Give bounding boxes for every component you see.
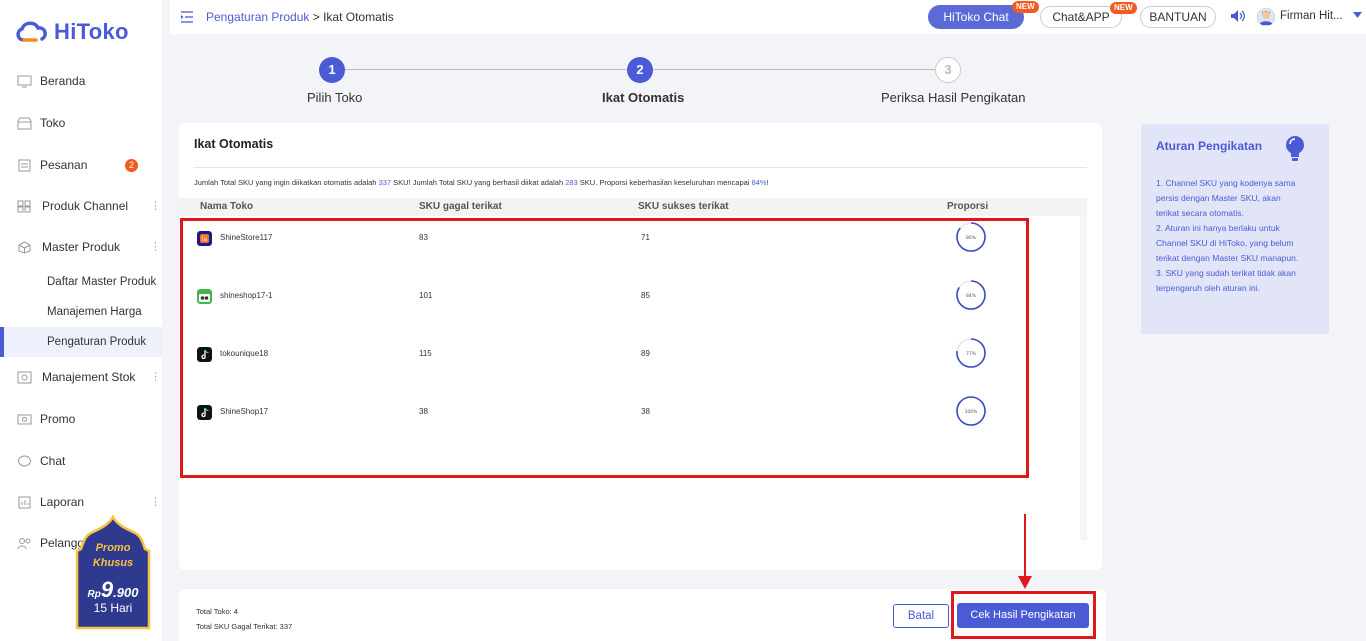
col-success: SKU sukses terikat — [638, 201, 729, 212]
step-2-circle: 2 — [627, 57, 653, 83]
col-failed: SKU gagal terikat — [419, 201, 502, 212]
sidebar-subitem-label: Daftar Master Produk — [47, 276, 157, 288]
bind-summary: Jumlah Total SKU yang ingin diikatkan ot… — [194, 178, 769, 187]
sidebar-item-produk-channel[interactable]: Produk Channel ⋮ — [0, 191, 162, 221]
new-badge: NEW — [1012, 1, 1039, 13]
promo-duration: 15 Hari — [93, 601, 133, 615]
hitoko-logo[interactable]: HiToko — [14, 19, 129, 45]
hitoko-logo-icon — [16, 21, 47, 42]
step-connector — [345, 69, 627, 70]
sidebar-item-master-produk[interactable]: Master Produk ⋮ — [0, 232, 162, 262]
promo-line1: Promo — [95, 542, 131, 554]
sidebar-subitem-manajemen-harga[interactable]: Manajemen Harga — [0, 297, 162, 327]
sidebar-item-label: Manajement Stok — [42, 370, 136, 384]
summary-total: 337 — [378, 178, 392, 187]
store-icon — [17, 117, 32, 129]
sidebar-item-label: Produk Channel — [42, 199, 129, 213]
logo-text: HiToko — [54, 19, 129, 44]
step-1-label: Pilih Toko — [307, 90, 363, 105]
highlight-box — [180, 218, 1029, 478]
summary-bound: 283 — [565, 178, 578, 187]
step-connector — [653, 69, 935, 70]
help-button[interactable]: BANTUAN — [1140, 6, 1216, 28]
step-3-circle: 3 — [935, 57, 961, 83]
more-dots-icon[interactable]: ⋮ — [150, 200, 161, 212]
rules-text: 1. Channel SKU yang kodenya sama persis … — [1156, 178, 1299, 293]
chat-bubble-icon — [18, 455, 31, 466]
report-icon — [18, 496, 31, 508]
total-stores: Total Toko: 4 — [196, 607, 238, 616]
order-list-icon — [18, 159, 31, 171]
table-scrollbar[interactable] — [1080, 216, 1087, 540]
more-dots-icon[interactable]: ⋮ — [150, 496, 161, 508]
binding-rules-panel: Aturan Pengikatan 1. Channel SKU yang ko… — [1141, 124, 1329, 334]
new-badge: NEW — [1110, 2, 1137, 14]
divider — [194, 167, 1087, 168]
top-header: Pengaturan Produk > Ikat Otomatis HiToko… — [170, 0, 1366, 34]
user-avatar-icon — [1257, 8, 1275, 26]
sidebar-item-label: Promo — [40, 412, 76, 426]
stock-icon — [17, 371, 32, 383]
promo-price: Rp9.900 — [87, 577, 139, 602]
sidebar-item-manajement-stok[interactable]: Manajement Stok ⋮ — [0, 362, 162, 392]
sidebar-item-label: Master Produk — [42, 240, 121, 254]
order-count-badge: 2 — [125, 158, 138, 172]
more-dots-icon[interactable]: ⋮ — [150, 371, 161, 383]
hitoko-chat-button[interactable]: HiToko Chat — [928, 5, 1024, 29]
cube-icon — [18, 240, 31, 254]
cancel-button[interactable]: Batal — [893, 604, 949, 628]
sidebar-item-label: Pesanan — [40, 158, 88, 172]
sidebar-subitem-daftar-master-produk[interactable]: Daftar Master Produk — [0, 267, 162, 297]
lightbulb-icon — [1286, 136, 1304, 161]
sidebar-item-pesanan[interactable]: Pesanan 2 — [0, 150, 162, 180]
table-header: Nama Toko SKU gagal terikat SKU sukses t… — [179, 198, 1087, 216]
chevron-down-icon[interactable] — [1353, 12, 1362, 18]
step-1-circle: 1 — [319, 57, 345, 83]
sidebar-item-label: Chat — [40, 454, 66, 468]
card-title: Ikat Otomatis — [194, 137, 274, 151]
arrow-down-icon — [1018, 514, 1032, 589]
speaker-icon[interactable] — [1230, 9, 1246, 23]
user-name[interactable]: Firman Hit... — [1280, 10, 1343, 22]
sidebar-item-beranda[interactable]: Beranda — [0, 66, 162, 96]
sidebar-subitem-label: Pengaturan Produk — [47, 336, 147, 348]
sidebar-item-label: Toko — [40, 116, 66, 130]
sidebar-item-label: Beranda — [40, 74, 86, 88]
rules-title: Aturan Pengikatan — [1156, 139, 1263, 153]
sidebar-subitem-pengaturan-produk[interactable]: Pengaturan Produk — [0, 327, 162, 357]
sidebar-item-toko[interactable]: Toko — [0, 108, 162, 138]
step-2-label: Ikat Otomatis — [602, 90, 685, 105]
promo-banner[interactable]: Promo Khusus Rp9.900 15 Hari — [75, 515, 151, 630]
promo-icon — [17, 414, 32, 424]
sidebar: HiToko Beranda Toko Pesanan 2 Produk Cha… — [0, 0, 162, 641]
sidebar-subitem-label: Manajemen Harga — [47, 306, 142, 318]
sidebar-item-label: Laporan — [40, 495, 85, 509]
monitor-icon — [17, 75, 32, 87]
grid-icon — [17, 200, 31, 212]
sidebar-item-chat[interactable]: Chat — [0, 446, 162, 476]
total-failed-sku: Total SKU Gagal Terikat: 337 — [196, 622, 293, 631]
col-ratio: Proporsi — [947, 201, 989, 212]
sidebar-item-laporan[interactable]: Laporan ⋮ — [0, 487, 162, 517]
customers-icon — [17, 537, 31, 549]
breadcrumb-link[interactable]: Pengaturan Produk — [206, 10, 309, 24]
promo-line2: Khusus — [92, 557, 134, 569]
avatar[interactable] — [1257, 8, 1275, 26]
breadcrumb: Pengaturan Produk > Ikat Otomatis — [206, 10, 394, 24]
step-3-label: Periksa Hasil Pengikatan — [881, 90, 1026, 105]
summary-ratio: 84% — [751, 178, 767, 187]
menu-collapse-icon[interactable] — [181, 11, 193, 23]
highlight-box — [951, 591, 1096, 639]
col-store-name: Nama Toko — [200, 201, 254, 212]
sidebar-item-promo[interactable]: Promo — [0, 404, 162, 434]
breadcrumb-current: > Ikat Otomatis — [309, 10, 394, 24]
more-dots-icon[interactable]: ⋮ — [150, 241, 161, 253]
